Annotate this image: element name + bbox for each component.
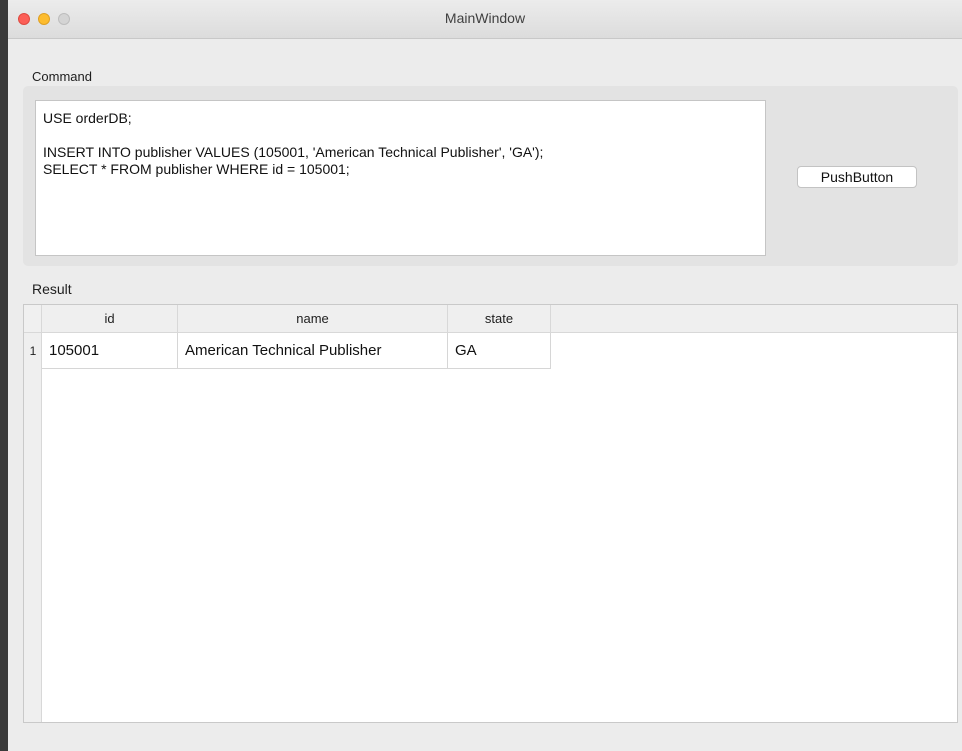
table-cell-state[interactable]: GA [448, 333, 551, 369]
title-bar: MainWindow [8, 0, 962, 39]
result-group-label: Result [32, 281, 72, 297]
main-window: MainWindow Command USE orderDB; INSERT I… [8, 0, 962, 751]
table-cell-name[interactable]: American Technical Publisher [178, 333, 448, 369]
table-corner-button[interactable] [24, 305, 42, 333]
command-group-label: Command [32, 69, 92, 84]
row-header-1[interactable]: 1 [24, 333, 42, 369]
result-table[interactable]: id name state 1 105001 American Technica… [23, 304, 958, 723]
column-header-state[interactable]: state [448, 305, 551, 333]
column-header-name[interactable]: name [178, 305, 448, 333]
table-cell-id[interactable]: 105001 [42, 333, 178, 369]
row-header-column [24, 333, 42, 722]
command-text-editor[interactable]: USE orderDB; INSERT INTO publisher VALUE… [35, 100, 766, 256]
column-header-id[interactable]: id [42, 305, 178, 333]
column-header-filler [551, 305, 957, 333]
window-title: MainWindow [444, 10, 526, 26]
push-button[interactable]: PushButton [797, 166, 917, 188]
